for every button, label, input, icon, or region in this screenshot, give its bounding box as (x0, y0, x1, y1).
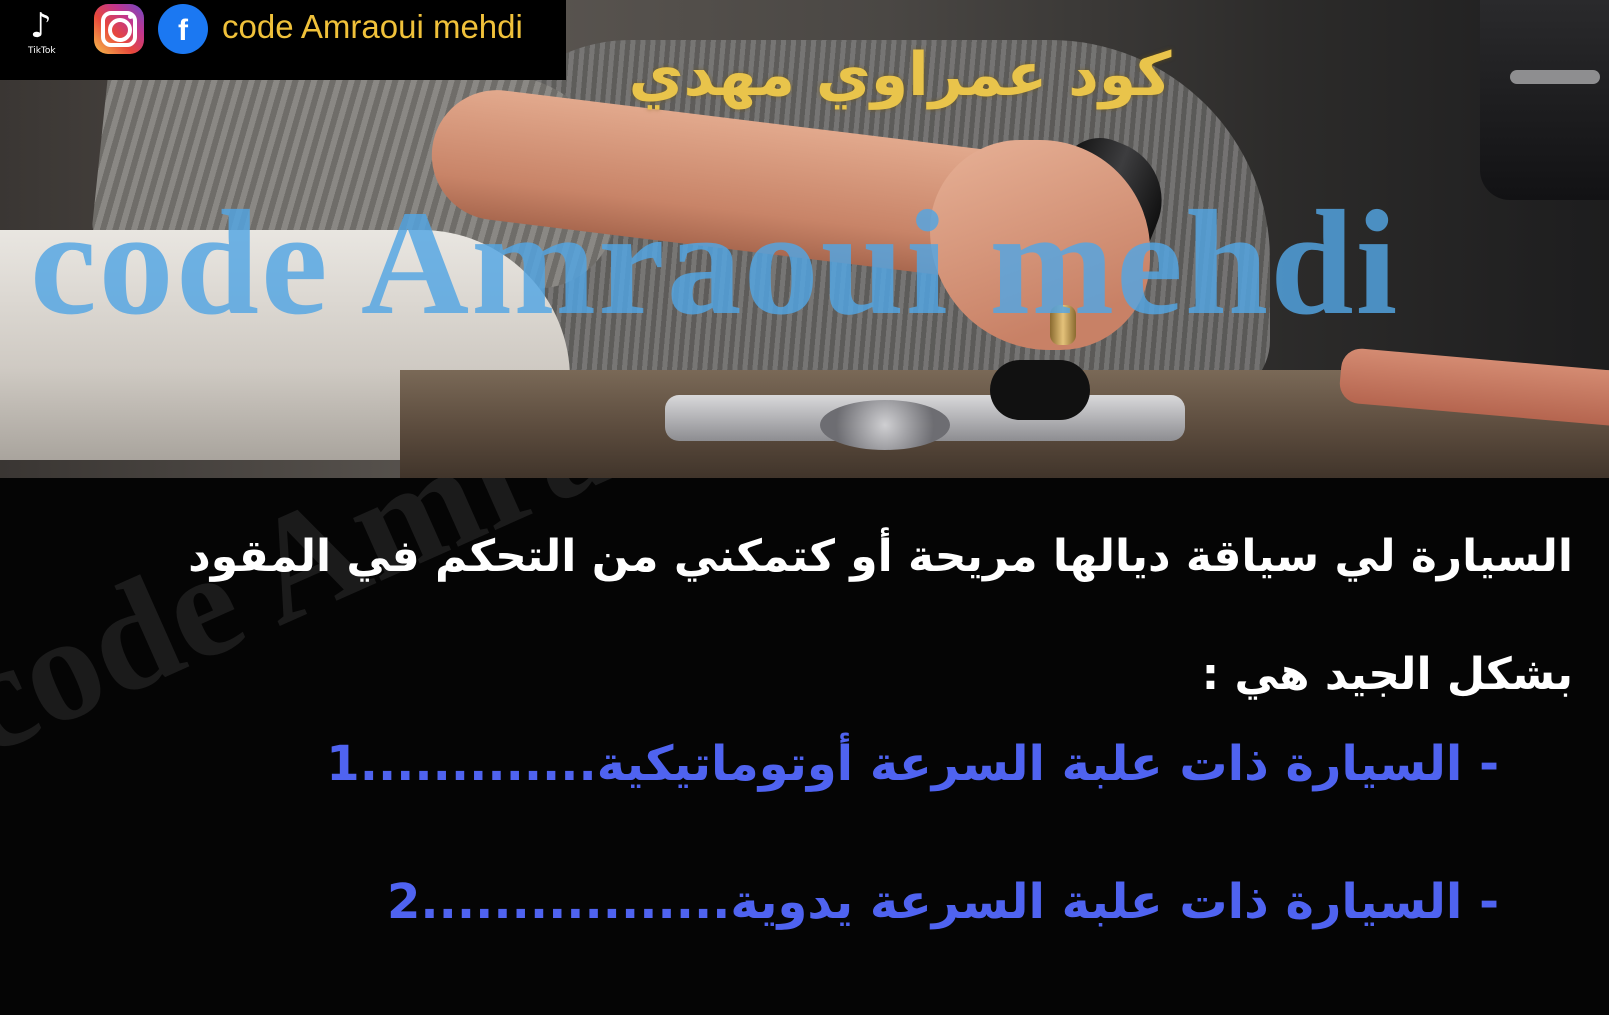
arabic-watermark: كود عمراوي مهدي (628, 40, 1172, 110)
latin-watermark: code Amraoui mehdi (30, 180, 1400, 346)
tiktok-icon[interactable]: ♪ TikTok (26, 6, 70, 58)
instagram-icon[interactable] (94, 4, 144, 54)
answer-option-2[interactable]: - السيارة ذات علبة السرعة يدوية.........… (159, 874, 1499, 930)
photo-dashboard-vent (1510, 70, 1600, 84)
answer-option-1[interactable]: - السيارة ذات علبة السرعة أوتوماتيكية...… (159, 736, 1499, 792)
facebook-icon[interactable]: f (158, 4, 208, 54)
photo-control-dial (820, 400, 950, 450)
channel-handle: code Amraoui mehdi (222, 8, 523, 45)
social-bar: ♪ TikTok f code Amraoui mehdi (0, 0, 566, 80)
photo-knob-base (990, 360, 1090, 420)
photo-dashboard (1480, 0, 1609, 200)
question-text: السيارة لي سياقة ديالها مريحة أو كتمكني … (188, 531, 1573, 700)
tiktok-caption: TikTok (28, 46, 56, 56)
question-panel: code Amraoui mehdi السيارة لي سياقة ديال… (0, 478, 1609, 1015)
